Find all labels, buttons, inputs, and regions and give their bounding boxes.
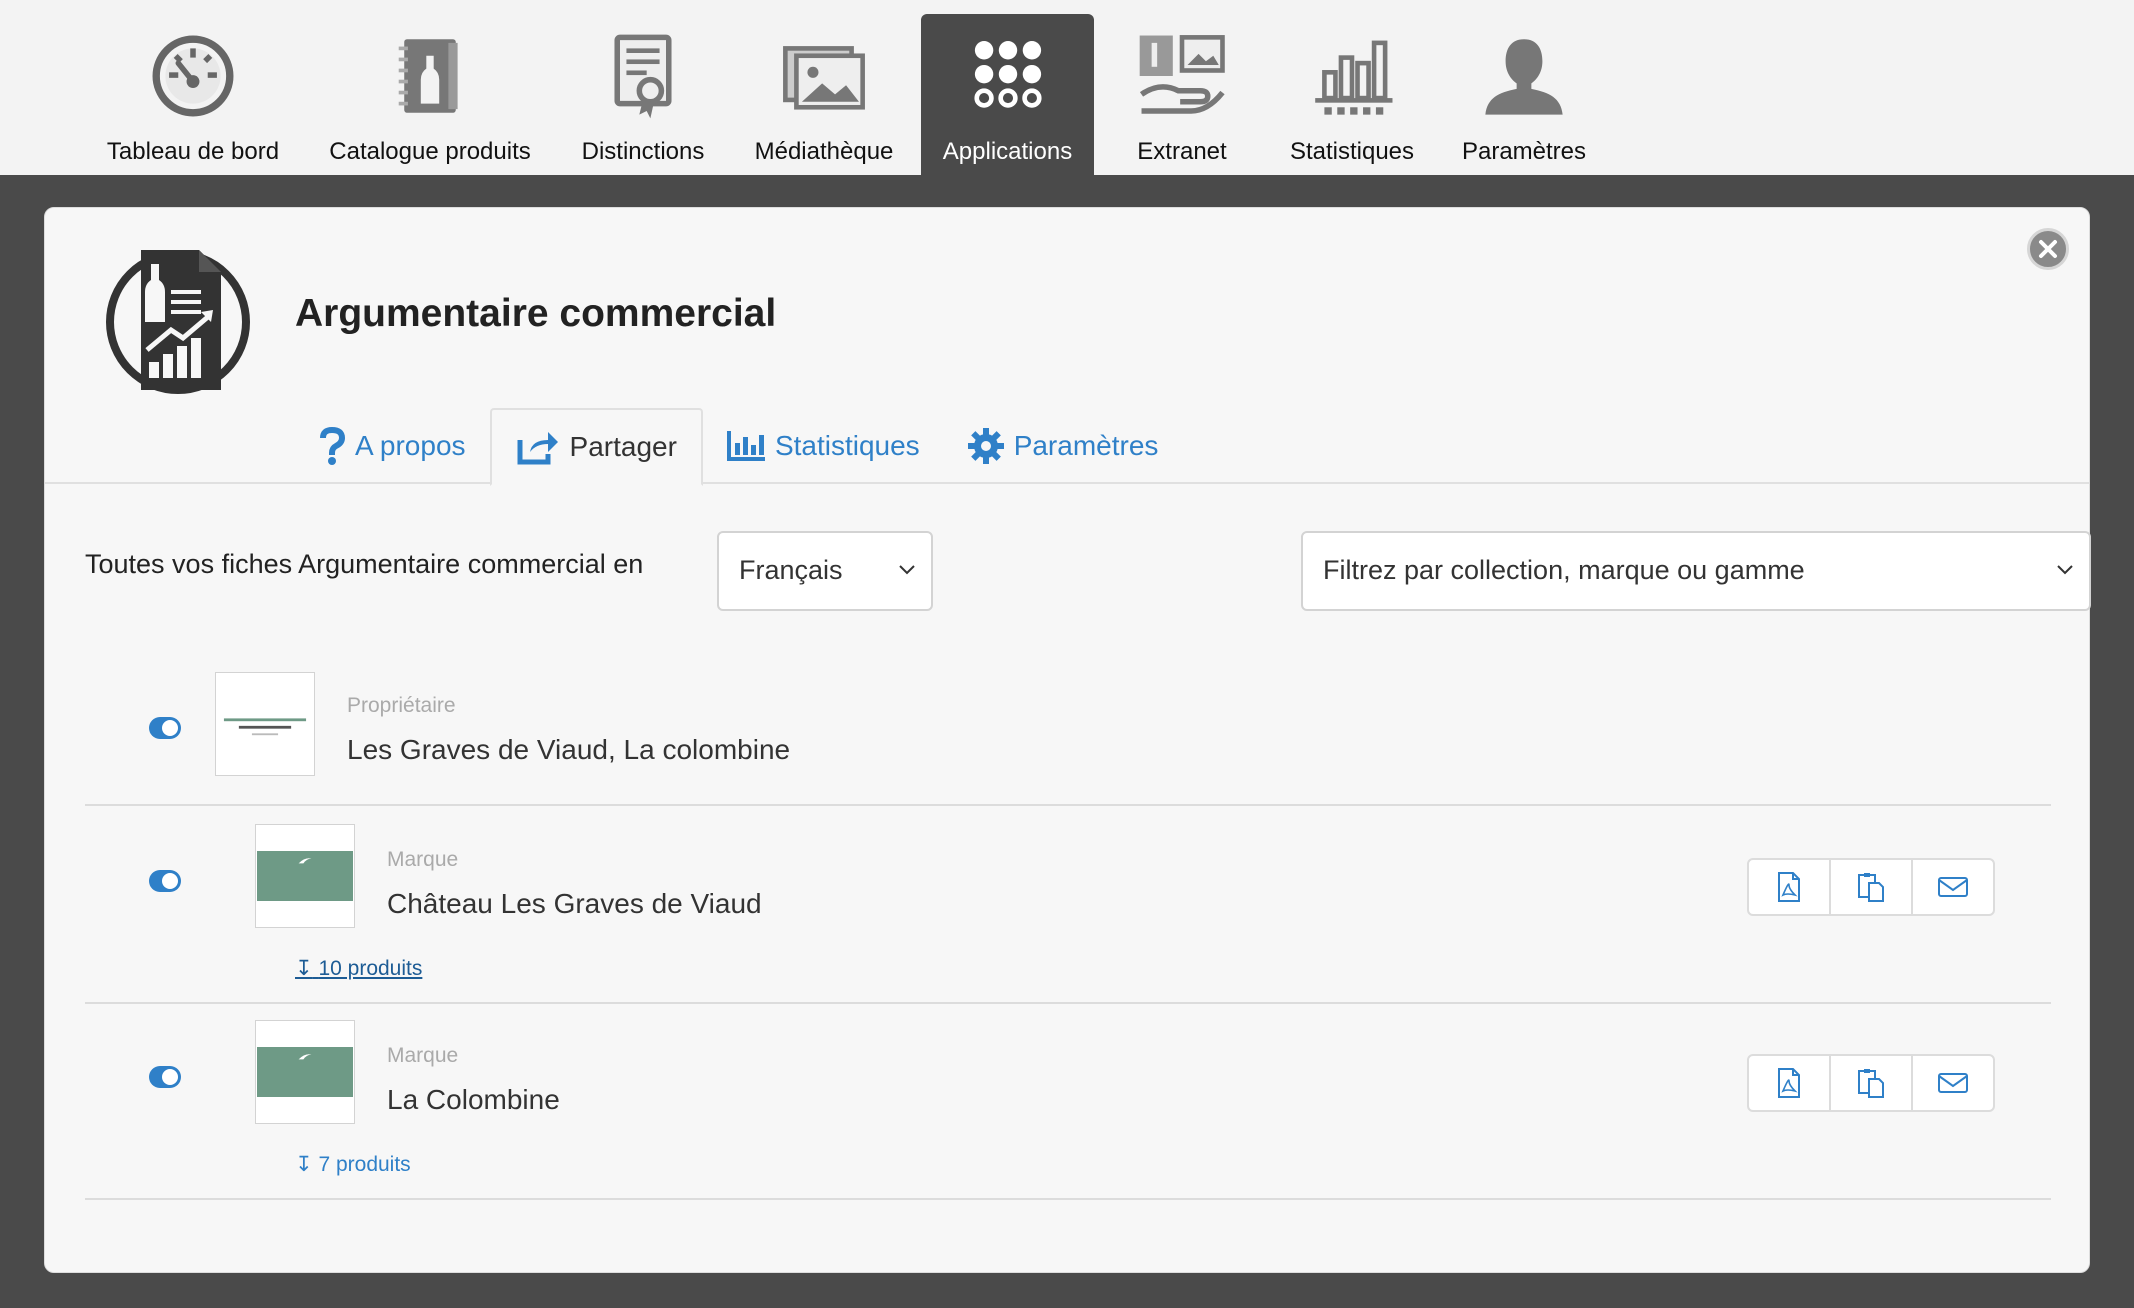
- apps-grid-icon: [958, 26, 1058, 126]
- pdf-export-button[interactable]: [1749, 860, 1831, 914]
- filter-row: Toutes vos fiches Argumentaire commercia…: [85, 525, 2091, 611]
- copy-link-button[interactable]: [1831, 860, 1913, 914]
- chevron-down-icon: [2057, 565, 2073, 575]
- catalog-book-icon: [380, 26, 480, 126]
- row-type-label: Propriétaire: [347, 694, 456, 717]
- products-count: 10 produits: [318, 957, 423, 980]
- nav-item-mediatheque[interactable]: Médiathèque: [744, 14, 904, 175]
- expand-products-link[interactable]: ↧ 7 produits: [295, 1152, 411, 1177]
- row-name: Les Graves de Viaud, La colombine: [347, 734, 791, 765]
- row-actions: [1747, 1054, 1995, 1112]
- modal-header: Argumentaire commercial A propos Partage…: [45, 208, 2089, 486]
- email-share-button[interactable]: [1913, 860, 1993, 914]
- chevron-down-icon: [899, 565, 915, 575]
- language-select-value: Français: [739, 555, 843, 585]
- brand-logo-band: [257, 851, 353, 901]
- brand-logo-thumbnail: [255, 824, 355, 928]
- pdf-file-icon: [1778, 872, 1800, 902]
- nav-item-catalogue-produits[interactable]: Catalogue produits: [318, 14, 542, 175]
- copy-link-button[interactable]: [1831, 1056, 1913, 1110]
- arrow-down-icon: ↧: [295, 957, 313, 980]
- question-icon: [320, 427, 345, 465]
- clipboard-copy-icon: [1858, 873, 1884, 902]
- extranet-hand-icon: [1132, 26, 1232, 126]
- media-images-icon: [774, 26, 874, 126]
- tab-label: A propos: [355, 430, 466, 461]
- list-item: Marque Château Les Graves de Viaud ↧ 10 …: [85, 808, 2051, 1004]
- products-count: 7 produits: [318, 1153, 411, 1176]
- tab-partager[interactable]: Partager: [489, 408, 703, 486]
- nav-label: Tableau de bord: [106, 138, 280, 165]
- nav-label: Applications: [942, 138, 1073, 165]
- argumentaire-app-icon: [105, 242, 251, 398]
- brand-logo-band: [257, 1047, 353, 1097]
- top-navigation: Tableau de bord Catalogue produits Disti…: [0, 0, 2134, 175]
- nav-label: Extranet: [1137, 138, 1227, 165]
- nav-label: Distinctions: [581, 138, 705, 165]
- share-toggle[interactable]: [149, 717, 181, 739]
- expand-products-link[interactable]: ↧ 10 produits: [295, 956, 422, 981]
- row-type-label: Marque: [387, 848, 459, 871]
- nav-label: Médiathèque: [754, 138, 894, 165]
- list-item: Marque La Colombine ↧ 7 produits: [85, 1004, 2051, 1200]
- filter-label: Toutes vos fiches Argumentaire commercia…: [85, 549, 644, 579]
- arrow-down-icon: ↧: [295, 1153, 313, 1176]
- row-type-label: Marque: [387, 1044, 459, 1067]
- nav-label: Catalogue produits: [329, 138, 531, 165]
- nav-item-tableau-de-bord[interactable]: Tableau de bord: [100, 14, 286, 175]
- certificate-award-icon: [593, 26, 693, 126]
- bar-chart-icon: [1302, 26, 1402, 126]
- nav-item-applications[interactable]: Applications: [921, 14, 1094, 175]
- share-toggle[interactable]: [149, 1066, 181, 1088]
- row-name: La Colombine: [387, 1084, 560, 1115]
- owner-logo-thumbnail: [215, 672, 315, 776]
- row-name: Château Les Graves de Viaud: [387, 888, 762, 919]
- pdf-export-button[interactable]: [1749, 1056, 1831, 1110]
- nav-item-extranet[interactable]: Extranet: [1122, 14, 1242, 175]
- tab-parametres[interactable]: Paramètres: [944, 408, 1183, 484]
- nav-label: Statistiques: [1289, 138, 1415, 165]
- tab-label: Statistiques: [774, 430, 920, 461]
- pdf-file-icon: [1778, 1068, 1800, 1098]
- close-button[interactable]: [2027, 228, 2069, 270]
- row-actions: [1747, 858, 1995, 916]
- tab-label: Paramètres: [1013, 430, 1159, 461]
- brand-logo-thumbnail: [255, 1020, 355, 1124]
- envelope-icon: [1938, 1073, 1968, 1093]
- collection-filter-select[interactable]: Filtrez par collection, marque ou gamme: [1301, 531, 2091, 611]
- user-profile-icon: [1474, 26, 1574, 126]
- app-modal: Argumentaire commercial A propos Partage…: [44, 207, 2091, 1273]
- nav-item-statistiques[interactable]: Statistiques: [1282, 14, 1422, 175]
- tab-label: Partager: [569, 431, 677, 462]
- nav-label: Paramètres: [1461, 138, 1587, 165]
- collection-filter-placeholder: Filtrez par collection, marque ou gamme: [1323, 555, 1805, 585]
- list-item: Propriétaire Les Graves de Viaud, La col…: [85, 664, 2051, 806]
- bar-chart-icon: [726, 431, 765, 461]
- tab-statistiques[interactable]: Statistiques: [703, 408, 944, 484]
- app-tabs: A propos Partager Statistiques Paramètre…: [295, 408, 1183, 486]
- tab-a-propos[interactable]: A propos: [295, 408, 490, 484]
- share-icon: [517, 432, 558, 465]
- share-toggle[interactable]: [149, 870, 181, 892]
- clipboard-copy-icon: [1858, 1069, 1884, 1098]
- envelope-icon: [1938, 877, 1968, 897]
- page-title: Argumentaire commercial: [295, 292, 777, 335]
- dashboard-gauge-icon: [143, 26, 243, 126]
- gear-icon: [967, 428, 1004, 464]
- nav-item-parametres[interactable]: Paramètres: [1456, 14, 1592, 175]
- language-select[interactable]: Français: [717, 531, 933, 611]
- nav-item-distinctions[interactable]: Distinctions: [572, 14, 714, 175]
- close-icon: [2039, 240, 2057, 258]
- email-share-button[interactable]: [1913, 1056, 1993, 1110]
